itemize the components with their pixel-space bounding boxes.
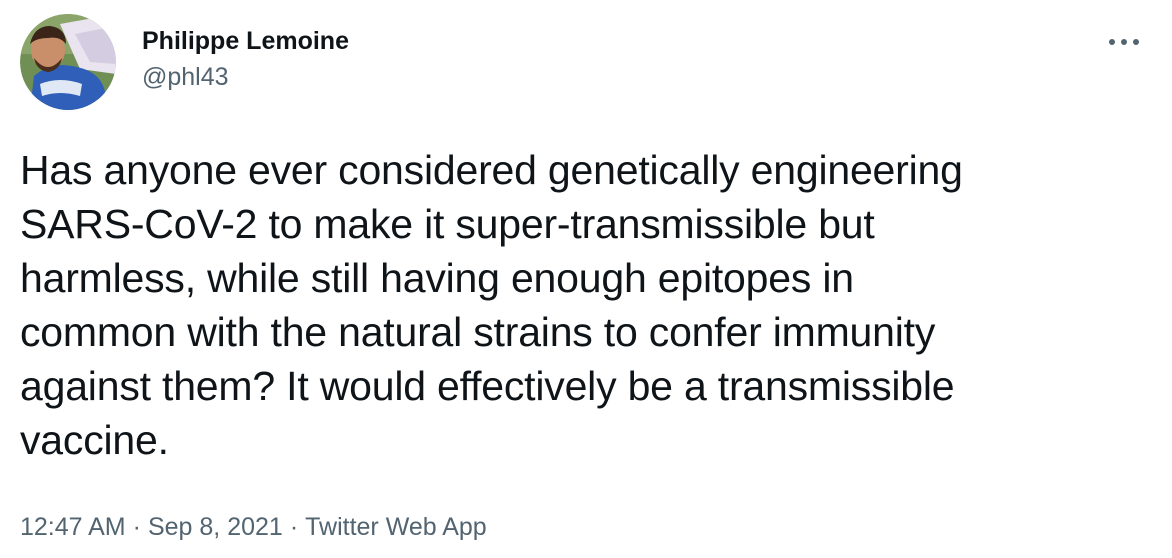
tweet-source[interactable]: Twitter Web App <box>305 513 487 541</box>
tweet-header: Philippe Lemoine @phl43 <box>20 14 1152 114</box>
tweet-text-line: vaccine. <box>20 417 169 463</box>
more-options-icon <box>1109 39 1139 45</box>
profile-photo <box>20 14 116 110</box>
tweet-date[interactable]: Sep 8, 2021 <box>148 513 283 541</box>
tweet-text-line: SARS-CoV-2 to make it super-transmissibl… <box>20 201 875 247</box>
meta-separator: · <box>289 513 299 541</box>
user-handle[interactable]: @phl43 <box>142 62 349 92</box>
tweet-card: Philippe Lemoine @phl43 Has anyone ever … <box>0 0 1172 558</box>
tweet-text: Has anyone ever considered genetically e… <box>20 143 1140 467</box>
tweet-meta: 12:47 AM · Sep 8, 2021 · Twitter Web App <box>20 511 487 543</box>
display-name[interactable]: Philippe Lemoine <box>142 26 349 56</box>
author-names: Philippe Lemoine @phl43 <box>142 26 349 92</box>
tweet-text-line: harmless, while still having enough epit… <box>20 255 854 301</box>
meta-separator: · <box>132 513 141 541</box>
tweet-text-line: common with the natural strains to confe… <box>20 309 936 355</box>
tweet-text-line: Has anyone ever considered genetically e… <box>20 147 963 193</box>
tweet-time[interactable]: 12:47 AM <box>20 513 126 541</box>
avatar[interactable] <box>20 14 116 110</box>
tweet-text-line: against them? It would effectively be a … <box>20 363 955 409</box>
more-options-button[interactable] <box>1104 30 1144 54</box>
